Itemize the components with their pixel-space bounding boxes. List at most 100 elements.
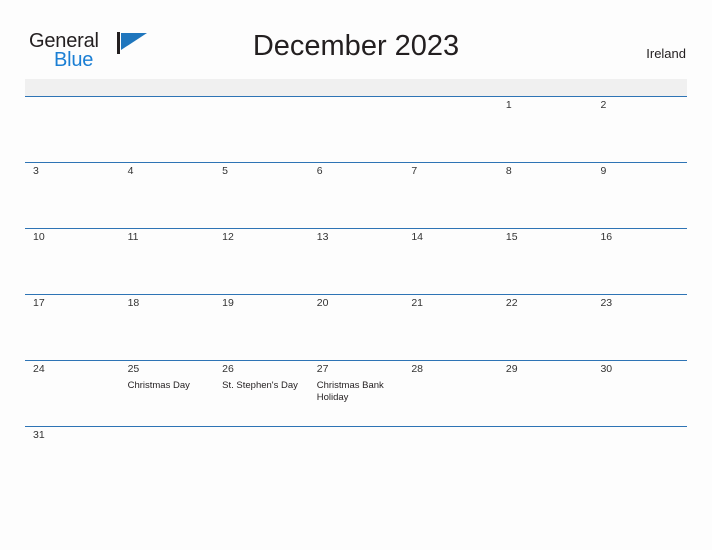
day-cell-empty (120, 97, 215, 162)
day-cell[interactable]: 6 (309, 163, 404, 228)
week-row-inner: 31 (25, 79, 687, 449)
day-cell-empty (403, 97, 498, 162)
day-number: 7 (411, 165, 418, 177)
day-cell[interactable]: 25 Christmas Day (120, 361, 215, 426)
day-number: 18 (127, 297, 140, 309)
day-number (120, 427, 215, 444)
day-cell[interactable]: 26 St. Stephen's Day (214, 361, 309, 426)
event-list: Christmas Day (120, 378, 215, 392)
day-cell-empty (214, 427, 309, 449)
week-row-inner: 3 4 5 6 7 8 9 (25, 79, 687, 228)
day-number: 22 (505, 297, 518, 309)
day-number: 14 (411, 231, 423, 243)
day-cell[interactable]: 30 (592, 361, 687, 426)
day-number: 26 (222, 363, 234, 375)
event-label: St. Stephen's Day (222, 380, 298, 391)
day-number: 3 (33, 165, 39, 177)
day-number: 29 (505, 363, 518, 375)
day-cell-empty (592, 427, 687, 449)
day-cell[interactable]: 18 (120, 295, 215, 360)
day-cell[interactable]: 7 (403, 163, 498, 228)
day-cell[interactable]: 3 (25, 163, 120, 228)
day-number: 19 (222, 297, 234, 309)
week-row-inner: 12 (25, 79, 687, 162)
page-header: General Blue December 2023 Ireland (0, 0, 712, 76)
week-row: 31 (25, 79, 687, 449)
day-number: 31 (33, 429, 45, 441)
day-number: 27 (316, 363, 329, 375)
week-row: 24 25 Christmas Day 26 St. Stephen's Day 27 Ch… (25, 79, 687, 426)
week-row: 3 4 5 6 7 8 9 (25, 79, 687, 228)
event-label: Christmas Day (127, 380, 190, 391)
day-cell-empty (309, 97, 404, 162)
day-number: 11 (127, 231, 139, 243)
day-cell[interactable]: 1 (498, 97, 593, 162)
day-cell[interactable]: 24 (25, 361, 120, 426)
week-row-inner: 17 18 19 20 21 22 23 (25, 79, 687, 360)
day-cell[interactable]: 27 Christmas Bank Holiday (309, 361, 404, 426)
day-cell-empty (403, 427, 498, 449)
day-cell-empty (214, 97, 309, 162)
day-number: 1 (505, 99, 512, 111)
day-number (592, 427, 687, 444)
day-cell[interactable]: 14 (403, 229, 498, 294)
week-row: 12 (25, 79, 687, 162)
event-label: Christmas Bank Holiday (316, 380, 384, 403)
day-cell[interactable]: 19 (214, 295, 309, 360)
week-row-inner: 24 25 Christmas Day 26 St. Stephen's Day 27 Ch… (25, 79, 687, 426)
day-number-band (25, 79, 687, 96)
day-number: 4 (127, 165, 134, 177)
day-cell[interactable]: 22 (498, 295, 593, 360)
day-number: 16 (600, 231, 613, 243)
day-number (214, 97, 309, 114)
day-number: 21 (411, 297, 423, 309)
day-number: 12 (222, 231, 234, 243)
day-number: 8 (505, 165, 512, 177)
day-cell[interactable]: 4 (120, 163, 215, 228)
day-cell[interactable]: 17 (25, 295, 120, 360)
day-cell[interactable]: 2 (592, 97, 687, 162)
country-label: Ireland (646, 46, 686, 61)
event-list: St. Stephen's Day (214, 378, 309, 392)
day-number: 24 (33, 363, 45, 375)
day-number (120, 97, 215, 114)
day-cell[interactable]: 12 (214, 229, 309, 294)
day-cell-empty (120, 427, 215, 449)
day-cell[interactable]: 31 (25, 427, 120, 449)
week-row: 10 11 12 13 14 15 16 (25, 79, 687, 294)
day-number: 6 (316, 165, 323, 177)
day-cell[interactable]: 16 (592, 229, 687, 294)
day-number: 15 (505, 231, 518, 243)
page-title: December 2023 (252, 30, 460, 62)
day-cell[interactable]: 29 (498, 361, 593, 426)
week-row-inner: 10 11 12 13 14 15 16 (25, 79, 687, 294)
day-cell[interactable]: 23 (592, 295, 687, 360)
day-cell[interactable]: 10 (25, 229, 120, 294)
day-cell[interactable]: 9 (592, 163, 687, 228)
day-number (498, 427, 593, 444)
day-number (309, 427, 404, 444)
day-number: 10 (33, 231, 45, 243)
day-number (403, 427, 498, 444)
day-cell[interactable]: 21 (403, 295, 498, 360)
day-cell[interactable]: 8 (498, 163, 593, 228)
day-cell[interactable]: 15 (498, 229, 593, 294)
day-cell[interactable]: 11 (120, 229, 215, 294)
day-number (214, 427, 309, 444)
day-number: 5 (222, 165, 228, 177)
day-number: 25 (127, 363, 140, 375)
calendar-page: General Blue December 2023 Ireland Sunda… (0, 0, 712, 550)
day-cell-empty (498, 427, 593, 449)
day-cell[interactable]: 28 (403, 361, 498, 426)
day-cell-empty (309, 427, 404, 449)
day-number (403, 97, 498, 114)
day-cell[interactable]: 5 (214, 163, 309, 228)
day-cell[interactable]: 20 (309, 295, 404, 360)
day-number: 20 (316, 297, 329, 309)
week-row: 17 18 19 20 21 22 23 (25, 79, 687, 360)
day-number: 23 (600, 297, 613, 309)
day-number: 13 (316, 231, 329, 243)
day-number: 28 (411, 363, 423, 375)
day-cell[interactable]: 13 (309, 229, 404, 294)
day-number: 2 (600, 99, 607, 111)
